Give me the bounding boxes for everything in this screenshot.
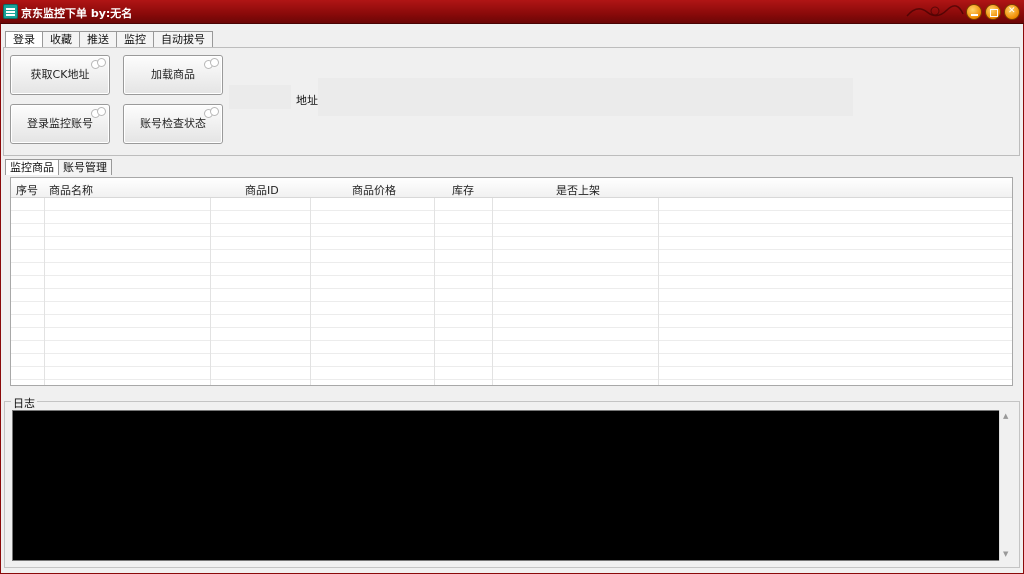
main-tabbar: 登录 收藏 推送 监控 自动拔号 — [5, 31, 213, 49]
login-monitor-account-label: 登录监控账号 — [27, 117, 93, 130]
get-ck-address-button[interactable]: 获取CK地址 — [10, 55, 110, 95]
column-header-name[interactable]: 商品名称 — [49, 182, 93, 198]
table-column-divider — [211, 178, 311, 385]
scroll-down-icon[interactable]: ▼ — [1003, 550, 1008, 558]
app-icon — [3, 4, 18, 19]
minimize-icon[interactable] — [966, 4, 982, 20]
table-column-divider — [11, 178, 45, 385]
button-decoration-icon — [204, 58, 219, 69]
load-goods-label: 加载商品 — [151, 68, 195, 81]
button-decoration-icon — [91, 107, 106, 118]
log-scrollbar[interactable]: ▲ ▼ — [999, 410, 1013, 561]
tab-account-management[interactable]: 账号管理 — [58, 159, 112, 175]
sub-tabbar: 监控商品 账号管理 — [5, 159, 112, 175]
table-column-divider — [493, 178, 659, 385]
table-column-divider — [45, 178, 211, 385]
button-decoration-icon — [204, 107, 219, 118]
tab-monitor[interactable]: 监控 — [116, 31, 154, 48]
column-header-id[interactable]: 商品ID — [245, 182, 279, 198]
table-header: 序号 商品名称 商品ID 商品价格 库存 是否上架 — [11, 178, 1012, 198]
check-account-status-button[interactable]: 账号检查状态 — [123, 104, 223, 144]
get-ck-address-label: 获取CK地址 — [30, 68, 90, 81]
column-header-index[interactable]: 序号 — [16, 182, 38, 198]
log-label: 日志 — [11, 395, 37, 411]
title-bar[interactable]: 京东监控下单 by:无名 — [0, 0, 1024, 24]
button-decoration-icon — [91, 58, 106, 69]
column-header-stock[interactable]: 库存 — [452, 182, 474, 198]
tab-monitored-goods[interactable]: 监控商品 — [5, 159, 59, 175]
address-field[interactable] — [318, 78, 853, 116]
column-header-listed[interactable]: 是否上架 — [556, 182, 600, 198]
status-box — [229, 85, 291, 109]
goods-table[interactable]: 序号 商品名称 商品ID 商品价格 库存 是否上架 — [10, 177, 1013, 386]
window-title: 京东监控下单 by:无名 — [21, 7, 133, 20]
scroll-up-icon[interactable]: ▲ — [1003, 412, 1008, 420]
load-goods-button[interactable]: 加载商品 — [123, 55, 223, 95]
log-console[interactable] — [12, 410, 1013, 561]
table-column-divider — [311, 178, 435, 385]
login-monitor-account-button[interactable]: 登录监控账号 — [10, 104, 110, 144]
check-account-status-label: 账号检查状态 — [140, 117, 206, 130]
tab-push[interactable]: 推送 — [79, 31, 117, 48]
table-column-divider — [435, 178, 493, 385]
ornament-icon — [906, 5, 964, 17]
tab-favorites[interactable]: 收藏 — [42, 31, 80, 48]
column-header-price[interactable]: 商品价格 — [352, 182, 396, 198]
maximize-icon[interactable] — [985, 4, 1001, 20]
tab-auto-dial[interactable]: 自动拔号 — [153, 31, 213, 48]
close-icon[interactable] — [1004, 4, 1020, 20]
